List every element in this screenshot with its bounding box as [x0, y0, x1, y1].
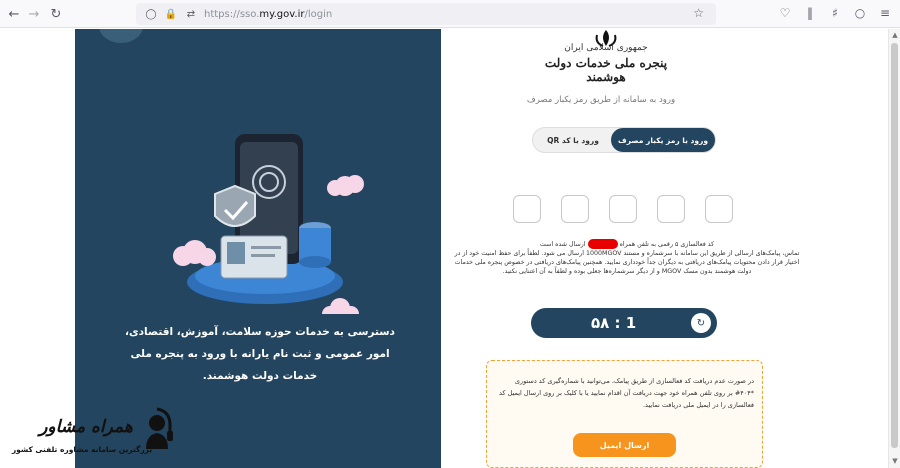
lock-icon[interactable]: 🔒: [164, 7, 178, 21]
otp-input-row: [513, 195, 733, 223]
permissions-icon[interactable]: ⇄: [184, 7, 198, 21]
profile-icon[interactable]: ○: [851, 2, 869, 24]
tab-qr-login[interactable]: ورود با کد QR: [533, 128, 613, 152]
bookmark-star-icon[interactable]: ☆: [693, 6, 704, 20]
scroll-thumb[interactable]: [891, 43, 898, 448]
otp-digit-input[interactable]: [657, 195, 685, 223]
page-scrollbar[interactable]: ▲ ▼: [888, 29, 900, 468]
url-text[interactable]: https://sso.my.gov.ir/login: [204, 9, 332, 20]
promo-description: دسترسی به خدمات حوزه سلامت، آموزش، اقتصا…: [125, 326, 395, 382]
login-subtitle: ورود به سامانه از طریق رمز یکبار مصرف: [526, 95, 676, 105]
timer-value: ۵۸ : 1: [591, 314, 637, 332]
countdown-timer: ۵۸ : 1 ↻: [531, 308, 717, 338]
email-notice-box: در صورت عدم دریافت کد فعالسازی از طریق پ…: [486, 360, 763, 468]
tab-otp-login[interactable]: ورود با رمز یکبار مصرف: [611, 128, 715, 152]
otp-digit-input[interactable]: [705, 195, 733, 223]
scroll-down-icon[interactable]: ▼: [891, 457, 899, 465]
otp-digit-input[interactable]: [561, 195, 589, 223]
sms-sent-text: کد فعالسازی ۵ رقمی به تلفن همراه: [619, 241, 715, 248]
otp-digit-input[interactable]: [513, 195, 541, 223]
library-icon[interactable]: ‖: [801, 2, 819, 24]
redacted-phone: [587, 239, 618, 249]
menu-icon[interactable]: ≡: [876, 2, 894, 24]
address-bar[interactable]: ◯ 🔒 ⇄ https://sso.my.gov.ir/login ☆: [136, 3, 716, 25]
sms-warning-text: تماس، پیامک‌های ارسالی از طریق این سامان…: [454, 250, 800, 275]
left-promo-panel: دسترسی به خدمات حوزه سلامت، آموزش، اقتصا…: [75, 29, 441, 468]
logo-country-text: جمهوری اسلامی ایران: [564, 43, 648, 53]
extensions-icon[interactable]: ♯: [826, 2, 844, 24]
sms-info-text: کد فعالسازی ۵ رقمی به تلفن همراه ارسال ش…: [451, 239, 803, 276]
watermark: همراه مشاور بزرگترین سامانه مشاوره تلفنی…: [2, 405, 182, 465]
resend-icon[interactable]: ↻: [691, 313, 711, 333]
forward-icon[interactable]: →: [22, 2, 46, 26]
reload-icon[interactable]: ↻: [44, 2, 68, 26]
login-panel: جمهوری اسلامی ایران پنجره ملی خدمات دولت…: [441, 29, 807, 468]
otp-digit-input[interactable]: [609, 195, 637, 223]
top-logo-fragment: [99, 29, 143, 43]
browser-toolbar: ← → ↻ ◯ 🔒 ⇄ https://sso.my.gov.ir/login …: [0, 0, 900, 28]
login-method-toggle[interactable]: ورود با رمز یکبار مصرف ورود با کد QR: [532, 127, 716, 153]
notice-text: در صورت عدم دریافت کد فعالسازی از طریق پ…: [499, 377, 754, 409]
sms-sent-suffix: ارسال شده است: [539, 241, 586, 248]
watermark-subtitle: بزرگترین سامانه مشاوره تلفنی کشور: [11, 445, 153, 454]
pocket-icon[interactable]: ♡: [776, 2, 794, 24]
shield-icon[interactable]: ◯: [144, 7, 158, 21]
watermark-name: همراه مشاور: [39, 417, 133, 437]
send-email-button[interactable]: ارسال ایمیل: [573, 433, 676, 457]
phone-illustration: [173, 134, 364, 314]
scroll-up-icon[interactable]: ▲: [891, 31, 899, 39]
logo-site-name: پنجره ملی خدمات دولت هوشمند: [544, 56, 668, 84]
